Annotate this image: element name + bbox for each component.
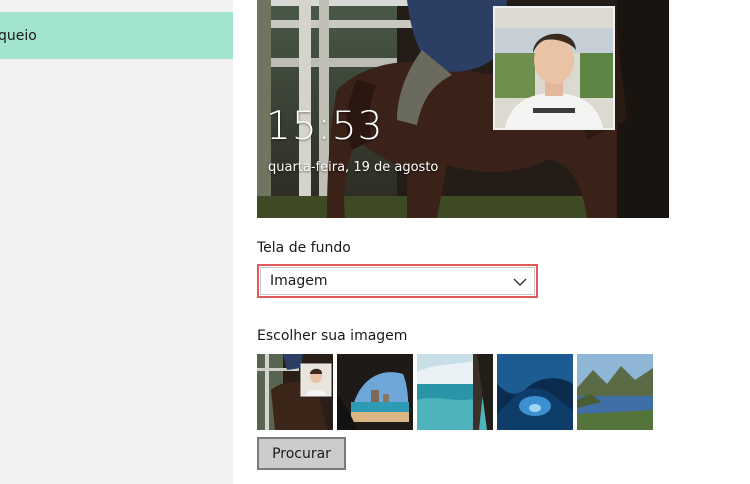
dropdown-selected-value: Imagem [270,273,328,289]
thumbnail-image [257,354,333,430]
thumbnail-image [337,354,413,430]
choose-image-label: Escolher sua imagem [257,328,408,344]
user-avatar [493,6,615,130]
thumbnail-ice-cave[interactable] [497,354,573,430]
user-photo [495,8,613,128]
thumbnail-image [497,354,573,430]
browse-button[interactable]: Procurar [257,437,346,470]
background-dropdown[interactable]: Imagem [257,264,538,298]
image-thumbnails [257,354,657,430]
preview-date: quarta-feira, 19 de agosto [268,160,439,175]
thumbnail-horse-rider[interactable] [257,354,333,430]
sidebar: queio [0,0,233,484]
thumbnail-mountain-lake[interactable] [577,354,653,430]
sidebar-item-label: queio [0,27,37,44]
lock-screen-preview: 15:53 quarta-feira, 19 de agosto [257,0,669,218]
thumbnail-beach-cave[interactable] [337,354,413,430]
main-content: 15:53 quarta-feira, 19 de agosto Tela de… [233,0,750,484]
sidebar-item-lock-screen[interactable]: queio [0,12,233,59]
background-label: Tela de fundo [257,240,351,256]
settings-window: queio 15:53 quarta-feira, 19 de agosto T… [0,0,750,484]
preview-clock: 15:53 [266,104,384,149]
chevron-down-icon [513,278,527,286]
thumbnail-ocean-cliff[interactable] [417,354,493,430]
thumbnail-image [577,354,653,430]
thumbnail-image [417,354,493,430]
